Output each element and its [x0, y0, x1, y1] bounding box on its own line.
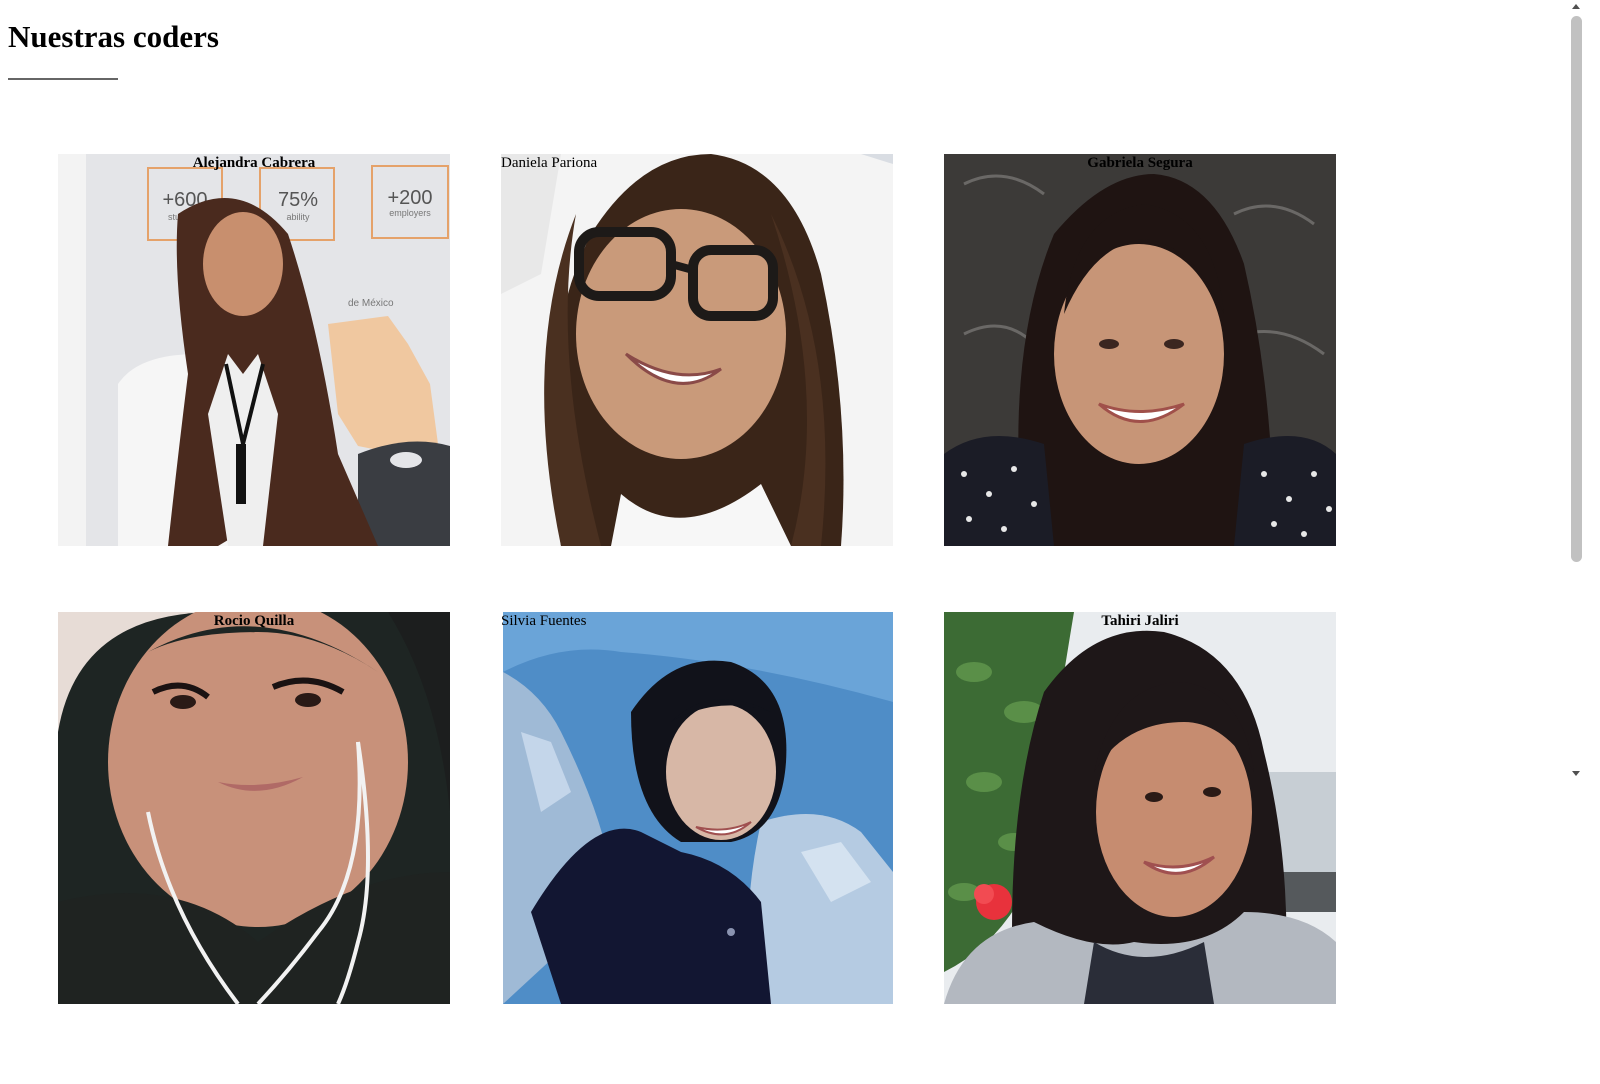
stat-3-label: employers	[389, 208, 431, 218]
stat-2-label: ability	[286, 212, 310, 222]
coder-name: Silvia Fuentes	[501, 613, 587, 629]
title-underline	[8, 78, 118, 80]
coder-name: Rocio Quilla	[213, 613, 295, 629]
coder-card: Rocio Quilla	[58, 612, 450, 1004]
coder-photo	[501, 154, 893, 546]
coder-name: Alejandra Cabrera	[192, 155, 316, 171]
scroll-thumb[interactable]	[1571, 16, 1582, 562]
coders-page: Nuestras coders +600 students 75% abilit…	[0, 0, 1600, 1084]
coder-name: Tahiri Jaliri	[1101, 613, 1179, 629]
coder-photo	[501, 612, 893, 1004]
coder-photo	[58, 612, 450, 1004]
vertical-scrollbar[interactable]	[1568, 0, 1585, 782]
coder-card: Silvia Fuentes	[501, 612, 893, 1004]
coder-photo	[944, 154, 1336, 546]
stat-3: +200	[387, 187, 432, 209]
coder-card: Tahiri Jaliri	[944, 612, 1336, 1004]
scroll-down-icon[interactable]	[1572, 771, 1580, 776]
coder-photo: +600 students 75% ability +200 employers…	[58, 154, 450, 546]
page-title: Nuestras coders	[8, 19, 219, 54]
stat-2: 75%	[278, 189, 318, 211]
scroll-up-icon[interactable]	[1572, 4, 1580, 9]
map-label: de México	[348, 298, 394, 309]
coder-card: Daniela Pariona	[501, 154, 893, 546]
coder-photo	[944, 612, 1336, 1004]
coder-card: +600 students 75% ability +200 employers…	[58, 154, 450, 546]
coder-card: Gabriela Segura	[944, 154, 1336, 546]
coder-name: Gabriela Segura	[1087, 155, 1193, 171]
coder-name: Daniela Pariona	[501, 155, 598, 171]
